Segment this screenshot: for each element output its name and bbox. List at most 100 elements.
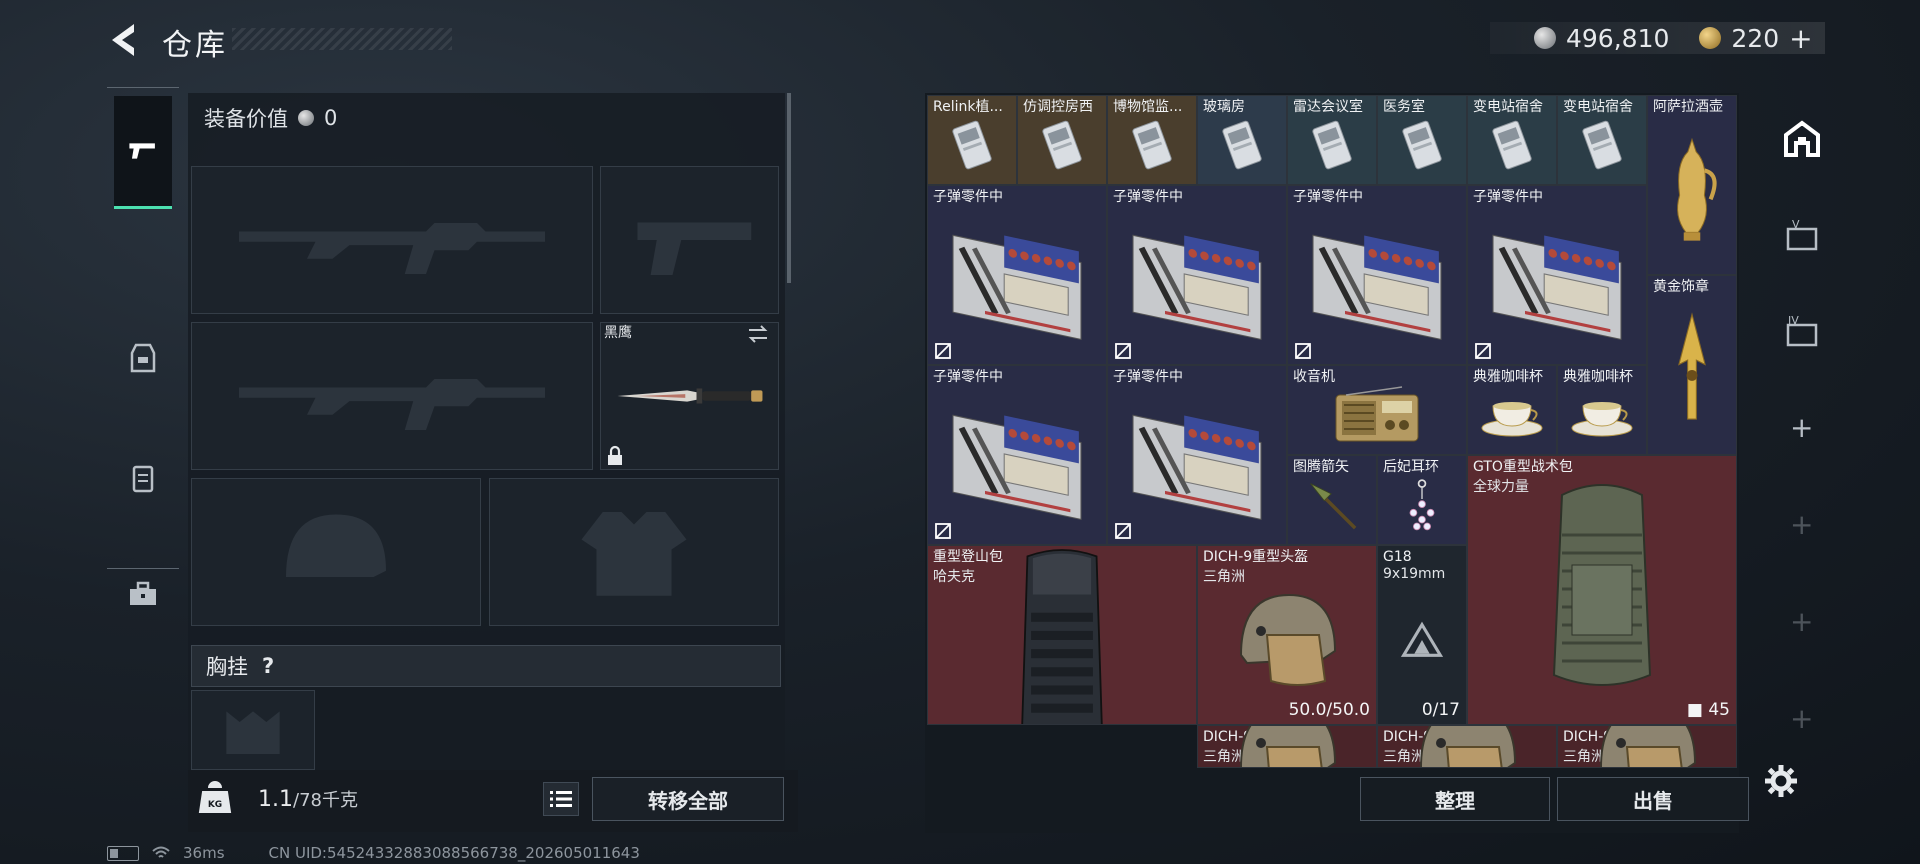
storage-item[interactable]: 玻璃房 xyxy=(1197,95,1287,185)
pistol-icon xyxy=(129,143,155,159)
card-icon xyxy=(936,118,1008,172)
storage-item[interactable]: 典雅咖啡杯 xyxy=(1467,365,1557,455)
storage-home-icon[interactable] xyxy=(1782,119,1822,159)
storage-item[interactable]: DICH-9重型头盔三角洲 xyxy=(1197,725,1377,768)
helmet-icon xyxy=(1206,568,1368,712)
uid-text: CN UID:545243328830885667​38_20260501164… xyxy=(268,844,640,862)
gold-amount: 220 xyxy=(1731,23,1780,53)
storage-item[interactable]: 图腾箭矢 xyxy=(1287,455,1377,545)
equipment-scrollbar[interactable] xyxy=(787,93,791,283)
storage-item[interactable]: 变电站宿舍 xyxy=(1467,95,1557,185)
add-page-button[interactable]: + xyxy=(1790,702,1813,735)
chest-rig-slot[interactable] xyxy=(191,690,315,770)
storage-item[interactable]: DICH-9重型头盔 三角洲 50.0/50.0 xyxy=(1197,545,1377,725)
g18-icon xyxy=(1386,568,1458,712)
item-name: 雷达会议室 xyxy=(1293,99,1363,115)
bag-icon xyxy=(1476,478,1728,712)
storage-item[interactable]: 子弹零件中 xyxy=(1467,185,1647,365)
back-button[interactable] xyxy=(104,20,148,60)
gold-topup-button[interactable]: + xyxy=(1789,22,1812,55)
storage-item[interactable]: 后妃耳环 xyxy=(1377,455,1467,545)
weight-current: 1.1 xyxy=(258,787,293,812)
tab-backpack[interactable] xyxy=(115,450,171,506)
secondary-weapon-slot[interactable] xyxy=(191,322,593,470)
sidearm-slot[interactable] xyxy=(600,166,779,314)
add-page-button[interactable]: + xyxy=(1790,605,1813,638)
item-name: 子弹零件中 xyxy=(1113,189,1183,205)
weight-max: /78千克 xyxy=(293,790,358,811)
storage-item[interactable]: 子弹零件中 xyxy=(927,365,1107,545)
item-name: 子弹零件中 xyxy=(933,189,1003,205)
primary-weapon-slot[interactable] xyxy=(191,166,593,314)
tab-armor[interactable] xyxy=(115,330,171,386)
category-tabs xyxy=(107,87,179,605)
no-sell-icon xyxy=(1294,342,1312,360)
settings-gear-icon[interactable] xyxy=(1763,763,1799,799)
storage-item[interactable]: 仿调控房西 xyxy=(1017,95,1107,185)
item-name: G18 xyxy=(1383,549,1412,565)
helmet-icon xyxy=(1566,726,1728,767)
add-page-button[interactable]: + xyxy=(1790,508,1813,541)
storage-item[interactable]: 收音机 xyxy=(1287,365,1467,455)
tab-items[interactable] xyxy=(115,566,171,622)
storage-item[interactable]: 典雅咖啡杯 xyxy=(1557,365,1647,455)
card-icon xyxy=(1476,118,1548,172)
gold-coin-icon xyxy=(1699,27,1722,49)
ammo-icon xyxy=(936,208,1098,352)
tab-weapons[interactable] xyxy=(114,96,172,209)
storage-item[interactable]: GTO重型战术包 全球力量 ■ 45 xyxy=(1467,455,1737,725)
battery-icon xyxy=(107,845,139,861)
storage-item[interactable]: 子弹零件中 xyxy=(1107,365,1287,545)
item-name: 黄金饰章 xyxy=(1653,279,1709,295)
storage-item[interactable]: 阿萨拉酒壶 xyxy=(1647,95,1737,275)
transfer-all-button[interactable]: 转移全部 xyxy=(592,777,784,821)
helmet-silhouette-icon xyxy=(286,514,386,577)
storage-item[interactable]: 变电站宿舍 xyxy=(1557,95,1647,185)
help-icon[interactable]: ? xyxy=(262,654,274,678)
body-armor-slot[interactable] xyxy=(489,478,779,626)
wifi-icon xyxy=(152,846,170,858)
helmet-slot[interactable] xyxy=(191,478,481,626)
sort-button[interactable]: 整理 xyxy=(1360,777,1550,821)
arrowhead-icon xyxy=(1296,478,1368,532)
item-name: 典雅咖啡杯 xyxy=(1473,369,1543,385)
add-page-button[interactable]: + xyxy=(1790,411,1813,444)
item-name: 收音机 xyxy=(1293,369,1335,385)
ammo-icon xyxy=(1116,388,1278,532)
storage-page-4-icon[interactable]: IV xyxy=(1782,311,1822,351)
card-icon xyxy=(1116,118,1188,172)
silver-amount: 496,810 xyxy=(1566,23,1670,53)
card-icon xyxy=(1386,118,1458,172)
cup-icon xyxy=(1476,388,1548,442)
item-name: 子弹零件中 xyxy=(1113,369,1183,385)
item-name: 阿萨拉酒壶 xyxy=(1653,99,1723,115)
storage-item[interactable]: DICH-9重型头盔三角洲 xyxy=(1557,725,1737,768)
storage-item[interactable]: DICH-9重型头盔三角洲 xyxy=(1377,725,1557,768)
storage-item[interactable]: 子弹零件中 xyxy=(927,185,1107,365)
lock-icon xyxy=(604,445,626,467)
page-title: 仓库 xyxy=(162,28,228,63)
storage-item[interactable]: 医务室 xyxy=(1377,95,1467,185)
chest-rig-silhouette-icon xyxy=(226,711,280,754)
storage-page-5-icon[interactable]: V xyxy=(1782,215,1822,255)
storage-item[interactable]: G18 9x19mm 0/17 xyxy=(1377,545,1467,725)
storage-item[interactable]: 子弹零件中 xyxy=(1107,185,1287,365)
storage-item[interactable]: 黄金饰章 xyxy=(1647,275,1737,455)
no-sell-icon xyxy=(1114,342,1132,360)
storage-item[interactable]: 博物馆监... xyxy=(1107,95,1197,185)
storage-item[interactable]: 重型登山包 哈夫克 xyxy=(927,545,1197,725)
no-sell-icon xyxy=(1114,522,1132,540)
ammo-icon xyxy=(1296,208,1458,352)
storage-item[interactable]: Relink植... xyxy=(927,95,1017,185)
storage-item[interactable]: 子弹零件中 xyxy=(1287,185,1467,365)
list-view-button[interactable] xyxy=(543,782,579,816)
card-icon xyxy=(1206,118,1278,172)
sell-button[interactable]: 出售 xyxy=(1557,777,1749,821)
item-name: 变电站宿舍 xyxy=(1563,99,1633,115)
storage-item[interactable]: 雷达会议室 xyxy=(1287,95,1377,185)
swap-icon[interactable] xyxy=(746,322,770,346)
silver-coin-icon xyxy=(298,110,314,126)
silver-coin-icon xyxy=(1534,27,1556,49)
item-name: DICH-9重型头盔 xyxy=(1203,549,1309,565)
item-name: 变电站宿舍 xyxy=(1473,99,1543,115)
